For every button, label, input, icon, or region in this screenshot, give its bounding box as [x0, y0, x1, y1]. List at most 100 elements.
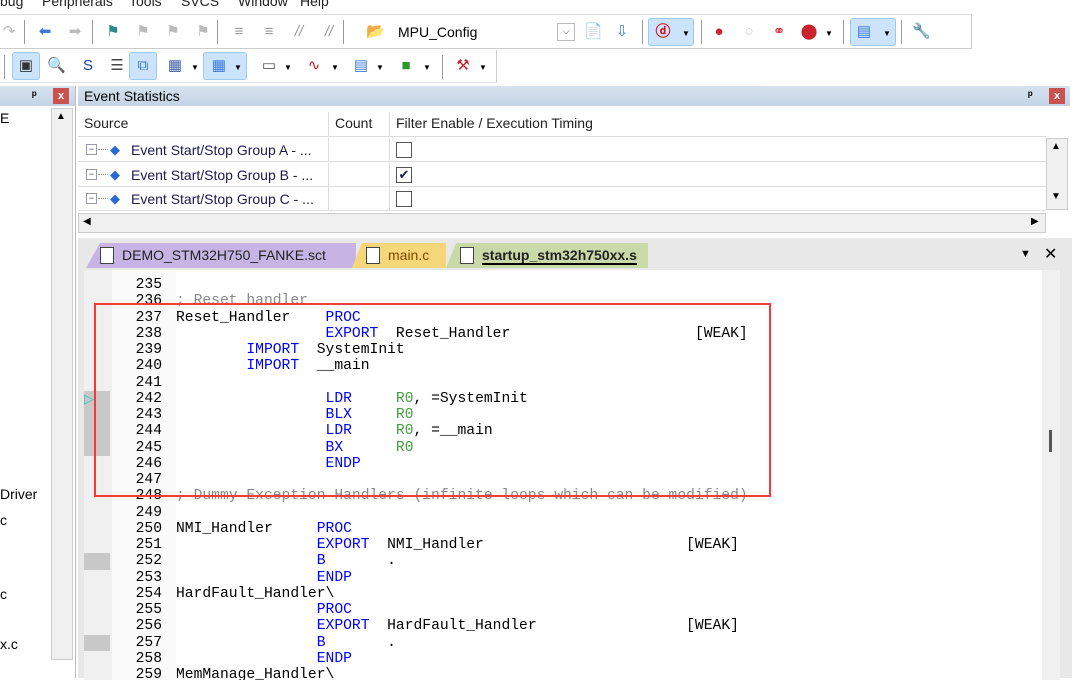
code-line[interactable]: 255 PROC: [84, 602, 1042, 618]
scroll-up-icon[interactable]: ▲: [1051, 141, 1061, 152]
symbols-window-icon[interactable]: S: [79, 57, 97, 75]
bookmark-icon[interactable]: ⚑: [104, 23, 122, 41]
code-line[interactable]: 251 EXPORT NMI_Handler [WEAK]: [84, 537, 1042, 553]
clear-bookmarks-icon[interactable]: ⚑: [194, 23, 212, 41]
vertical-scrollbar[interactable]: ▲ ▼: [1046, 138, 1068, 210]
redo-icon[interactable]: ↷: [0, 23, 18, 41]
forward-icon[interactable]: ➡: [66, 23, 84, 41]
column-header-count[interactable]: Count: [329, 112, 390, 137]
indent-icon[interactable]: ≡: [230, 23, 248, 41]
file-icon: [460, 247, 474, 264]
call-stack-icon[interactable]: ⧉: [134, 57, 152, 75]
toolbox-icon[interactable]: ⚒: [454, 57, 472, 75]
menu-svcs[interactable]: SVCS: [181, 0, 219, 9]
tab-list-dropdown-icon[interactable]: ▼: [1020, 248, 1031, 260]
memory-window-icon[interactable]: ▦: [210, 57, 228, 75]
unindent-icon[interactable]: ≡: [260, 23, 278, 41]
close-icon[interactable]: x: [1049, 88, 1065, 104]
dropdown-arrow-icon[interactable]: ▼: [423, 63, 431, 72]
disassembly-icon[interactable]: 🔍: [47, 57, 66, 75]
code-line[interactable]: 253 ENDP: [84, 570, 1042, 586]
horizontal-scrollbar[interactable]: ◀ ▶: [78, 213, 1046, 233]
dropdown-arrow-icon[interactable]: ▼: [682, 29, 690, 38]
menu-window[interactable]: Window: [238, 0, 288, 9]
tab-startup-file[interactable]: startup_stm32h750xx.s: [446, 243, 648, 268]
back-icon[interactable]: ⬅: [36, 23, 54, 41]
code-line[interactable]: 249: [84, 505, 1042, 521]
breakpoint-icon[interactable]: ●: [710, 23, 728, 41]
prev-bookmark-icon[interactable]: ⚑: [134, 23, 152, 41]
tab-main-c[interactable]: main.c: [352, 243, 446, 268]
dropdown-arrow-icon[interactable]: ▼: [331, 63, 339, 72]
scroll-right-icon[interactable]: ▶: [1031, 216, 1039, 227]
code-line[interactable]: 256 EXPORT HardFault_Handler [WEAK]: [84, 618, 1042, 634]
analysis-window-icon[interactable]: ∿: [305, 57, 323, 75]
close-icon[interactable]: x: [53, 88, 69, 104]
uncomment-icon[interactable]: //: [320, 23, 338, 41]
collapse-icon[interactable]: −: [86, 193, 97, 204]
registers-icon[interactable]: ☰: [108, 57, 126, 75]
collapse-icon[interactable]: −: [86, 168, 97, 180]
code-line[interactable]: 252 B .: [84, 553, 1042, 569]
dropdown-arrow-icon[interactable]: ▼: [825, 29, 833, 38]
column-header-source[interactable]: Source: [78, 112, 329, 137]
comment-icon[interactable]: //: [290, 23, 308, 41]
menu-debug[interactable]: bug: [0, 0, 23, 9]
scroll-up-icon[interactable]: ▲: [56, 111, 66, 122]
tree-item[interactable]: Driver: [0, 486, 37, 502]
incremental-find-icon[interactable]: ⇩: [613, 23, 631, 41]
serial-window-icon[interactable]: ▭: [260, 57, 278, 75]
tree-item[interactable]: x.c: [0, 636, 18, 652]
vertical-scrollbar[interactable]: ▲: [51, 108, 73, 660]
scroll-down-icon[interactable]: ▼: [1051, 191, 1061, 202]
column-header-filter[interactable]: Filter Enable / Execution Timing: [390, 112, 1046, 137]
dropdown-arrow-icon[interactable]: ▼: [376, 63, 384, 72]
pin-icon[interactable]: ᵖ: [32, 88, 37, 102]
command-window-icon[interactable]: ▣: [17, 57, 35, 75]
menu-peripherals[interactable]: Peripherals: [42, 0, 113, 9]
trace-window-icon[interactable]: ▤: [352, 57, 370, 75]
target-dropdown[interactable]: ⌵: [557, 23, 575, 41]
tree-item[interactable]: c: [0, 512, 7, 528]
dropdown-arrow-icon[interactable]: ▼: [284, 63, 292, 72]
table-row[interactable]: − ◆ Event Start/Stop Group C - ...: [78, 187, 1046, 211]
window-layout-icon[interactable]: ▤: [855, 23, 873, 41]
pin-icon[interactable]: ᵖ: [1028, 88, 1033, 102]
disable-breakpoint-icon[interactable]: ○: [740, 23, 758, 41]
menu-help[interactable]: Help: [300, 0, 329, 9]
tree-item[interactable]: E: [0, 110, 9, 126]
filter-enable-checkbox[interactable]: [396, 142, 412, 158]
target-name-field[interactable]: MPU_Config: [398, 24, 477, 40]
close-tab-icon[interactable]: ✕: [1044, 244, 1057, 264]
disable-all-breakpoints-icon[interactable]: ⚭: [770, 23, 788, 41]
dropdown-arrow-icon[interactable]: ▼: [883, 29, 891, 38]
dropdown-arrow-icon[interactable]: ▼: [234, 63, 242, 72]
find-in-files-icon[interactable]: 📂: [366, 23, 385, 41]
code-line[interactable]: 235: [84, 277, 1042, 293]
kill-all-breakpoints-icon[interactable]: ⬤: [800, 23, 818, 41]
scroll-left-icon[interactable]: ◀: [83, 216, 91, 227]
filter-enable-checkbox[interactable]: ✔: [396, 166, 412, 183]
tab-scatter-file[interactable]: DEMO_STM32H750_FANKE.sct: [86, 243, 356, 268]
table-row[interactable]: − ◆ Event Start/Stop Group B - ... ✔: [78, 162, 1046, 187]
code-line[interactable]: 257 B .: [84, 635, 1042, 651]
filter-enable-checkbox[interactable]: [396, 191, 412, 207]
wrench-icon[interactable]: 🔧: [912, 23, 931, 41]
next-bookmark-icon[interactable]: ⚑: [164, 23, 182, 41]
dropdown-arrow-icon[interactable]: ▼: [479, 63, 487, 72]
system-viewer-icon[interactable]: ■: [397, 57, 415, 75]
tree-item[interactable]: c: [0, 586, 7, 602]
scrollbar-thumb[interactable]: [1049, 430, 1052, 452]
find-icon[interactable]: 📄: [584, 23, 603, 41]
table-row[interactable]: − ◆ Event Start/Stop Group A - ...: [78, 138, 1046, 162]
code-line[interactable]: 250 NMI_Handler PROC: [84, 521, 1042, 537]
code-line[interactable]: 259 MemManage_Handler\: [84, 667, 1042, 680]
watch-window-icon[interactable]: ▦: [166, 57, 184, 75]
collapse-icon[interactable]: −: [86, 144, 97, 155]
code-line[interactable]: 254 HardFault_Handler\: [84, 586, 1042, 602]
vertical-scrollbar[interactable]: [1042, 270, 1060, 680]
code-line[interactable]: 258 ENDP: [84, 651, 1042, 667]
debug-session-icon[interactable]: ⓓ: [654, 23, 672, 41]
menu-tools[interactable]: Tools: [129, 0, 162, 9]
dropdown-arrow-icon[interactable]: ▼: [191, 63, 199, 72]
